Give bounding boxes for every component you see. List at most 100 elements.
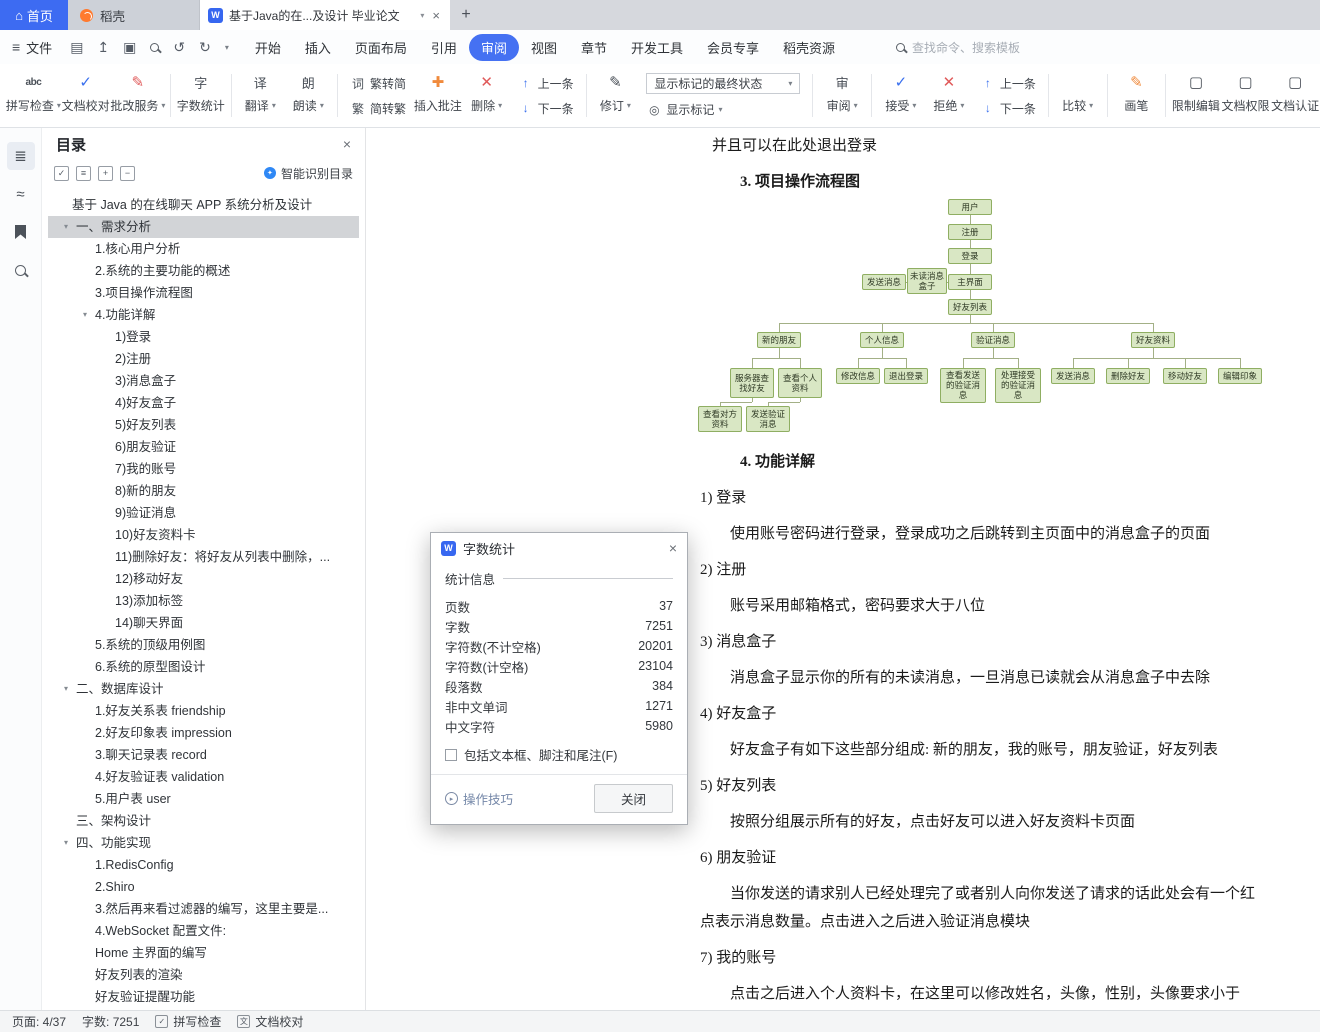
- menu-tab-稻壳资源[interactable]: 稻壳资源: [771, 34, 847, 61]
- toc-item[interactable]: 好友列表的渲染: [48, 964, 359, 986]
- translate-button[interactable]: 译 翻译 ▾: [236, 64, 284, 127]
- doc-permission-button[interactable]: ▢ 文档权限: [1221, 64, 1271, 127]
- spellcheck-button[interactable]: abc 拼写检查 ▾: [6, 64, 61, 127]
- word-count-button[interactable]: 字 字数统计: [176, 64, 226, 127]
- tips-link[interactable]: ▸ 操作技巧: [445, 789, 513, 808]
- toc-item[interactable]: 2.系统的主要功能的概述: [48, 260, 359, 282]
- undo-icon[interactable]: ↺: [173, 39, 185, 56]
- toc-item[interactable]: 1.核心用户分析: [48, 238, 359, 260]
- menu-tab-会员专享[interactable]: 会员专享: [695, 34, 771, 61]
- bookmark-icon[interactable]: [7, 218, 35, 246]
- toc-item[interactable]: ▾ 4.功能详解: [48, 304, 359, 326]
- toc-check-icon[interactable]: ✓: [54, 165, 69, 181]
- toc-item[interactable]: 10)好友资料卡: [48, 524, 359, 546]
- toc-item[interactable]: 12)移动好友: [48, 568, 359, 590]
- toc-item[interactable]: 3.然后再来看过滤器的编写，这里主要是...: [48, 898, 359, 920]
- print-icon[interactable]: ▣: [123, 39, 136, 56]
- toc-item[interactable]: 基于 Java 的在线聊天 APP 系统分析及设计: [48, 194, 359, 216]
- chevron-down-icon[interactable]: ▾: [56, 832, 76, 854]
- chevron-down-icon[interactable]: ▾: [75, 304, 95, 326]
- read-aloud-button[interactable]: 朗 朗读 ▾: [284, 64, 332, 127]
- review-button[interactable]: 审 审阅 ▾: [818, 64, 866, 127]
- show-markup-button[interactable]: ◎ 显示标记 ▾: [646, 101, 800, 118]
- menu-tab-开始[interactable]: 开始: [243, 34, 293, 61]
- toc-item[interactable]: 13)添加标签: [48, 590, 359, 612]
- next-change-button[interactable]: ↓ 下一条: [980, 100, 1036, 117]
- chevron-down-icon[interactable]: ▾: [56, 216, 76, 238]
- print-preview-icon[interactable]: [150, 42, 160, 52]
- command-search[interactable]: 查找命令、搜索模板: [895, 39, 1020, 56]
- revise-button[interactable]: ✎ 修订 ▾: [591, 64, 639, 127]
- brush-button[interactable]: ✎ 画笔: [1112, 64, 1160, 127]
- dialog-titlebar[interactable]: W 字数统计 ×: [431, 533, 687, 563]
- toc-item[interactable]: 4.WebSocket 配置文件:: [48, 920, 359, 942]
- doc-proof-button[interactable]: ✓ 文档校对: [61, 64, 111, 127]
- quickbar-more-icon[interactable]: ▾: [225, 43, 229, 52]
- wordcount-indicator[interactable]: 字数: 7251: [82, 1013, 139, 1030]
- outline-pane-icon[interactable]: ≣: [6, 142, 35, 170]
- prev-change-button[interactable]: ↑ 上一条: [980, 75, 1036, 92]
- toc-expand-all-icon[interactable]: +: [98, 165, 113, 181]
- toc-item[interactable]: ▾ 一、需求分析: [48, 216, 359, 238]
- toc-item[interactable]: 8)新的朋友: [48, 480, 359, 502]
- menu-tab-开发工具[interactable]: 开发工具: [619, 34, 695, 61]
- file-menu-button[interactable]: ≡ 文件: [12, 38, 52, 57]
- chevron-down-icon[interactable]: ▾: [56, 678, 76, 700]
- toc-item[interactable]: 1)登录: [48, 326, 359, 348]
- restrict-edit-button[interactable]: ▢ 限制编辑: [1171, 64, 1221, 127]
- toc-item[interactable]: 5)好友列表: [48, 414, 359, 436]
- include-textbox-checkbox[interactable]: 包括文本框、脚注和尾注(F): [445, 745, 673, 764]
- menu-tab-插入[interactable]: 插入: [293, 34, 343, 61]
- toc-item[interactable]: 11)删除好友：将好友从列表中删除，...: [48, 546, 359, 568]
- menu-tab-审阅[interactable]: 审阅: [468, 33, 519, 61]
- delete-comment-button[interactable]: ✕ 删除 ▾: [463, 64, 511, 127]
- search-pane-icon[interactable]: [7, 256, 35, 284]
- grade-service-button[interactable]: ✎ 批改服务 ▾: [110, 64, 165, 127]
- doc-proof-toggle[interactable]: 文 文档校对: [237, 1013, 303, 1030]
- dialog-close-icon[interactable]: ×: [669, 540, 677, 556]
- toc-item[interactable]: 6)朋友验证: [48, 436, 359, 458]
- redo-icon[interactable]: ↻: [199, 39, 211, 56]
- save-icon[interactable]: ▤: [70, 39, 83, 56]
- next-comment-button[interactable]: ↓ 下一条: [518, 100, 574, 117]
- toc-collapse-all-icon[interactable]: −: [120, 165, 135, 181]
- simp-to-trad-button[interactable]: 繁 简转繁: [350, 100, 406, 117]
- close-tab-icon[interactable]: ×: [430, 8, 442, 23]
- toc-item[interactable]: 14)聊天界面: [48, 612, 359, 634]
- toc-item[interactable]: 好友验证提醒功能: [48, 986, 359, 1008]
- toc-item[interactable]: 7)我的账号: [48, 458, 359, 480]
- review-pane-icon[interactable]: ≈: [7, 180, 35, 208]
- smart-toc-button[interactable]: ✦ 智能识别目录: [263, 165, 353, 182]
- toc-item[interactable]: ▾ 四、功能实现: [48, 832, 359, 854]
- accept-button[interactable]: ✓ 接受 ▾: [877, 64, 925, 127]
- toc-item[interactable]: 4.好友验证表 validation: [48, 766, 359, 788]
- toc-item[interactable]: 5.用户表 user: [48, 788, 359, 810]
- docer-tab[interactable]: 稻壳: [68, 0, 200, 30]
- toc-item[interactable]: 9)验证消息: [48, 502, 359, 524]
- close-button[interactable]: 关闭: [593, 784, 673, 813]
- spellcheck-toggle[interactable]: ✓ 拼写检查: [155, 1013, 221, 1030]
- menu-tab-页面布局[interactable]: 页面布局: [343, 34, 419, 61]
- toc-item[interactable]: Home 主界面的编写: [48, 942, 359, 964]
- toc-item[interactable]: 1.好友关系表 friendship: [48, 700, 359, 722]
- toc-item[interactable]: 3.聊天记录表 record: [48, 744, 359, 766]
- toc-item[interactable]: 3)消息盒子: [48, 370, 359, 392]
- toc-item[interactable]: ▾ 二、数据库设计: [48, 678, 359, 700]
- trad-to-simp-button[interactable]: 词 繁转简: [350, 75, 406, 92]
- toc-item[interactable]: 6.系统的原型图设计: [48, 656, 359, 678]
- markup-state-select[interactable]: 显示标记的最终状态 ▾: [646, 73, 801, 94]
- reject-button[interactable]: ✕ 拒绝 ▾: [925, 64, 973, 127]
- toc-item[interactable]: 2)注册: [48, 348, 359, 370]
- compare-button[interactable]: 比较 ▾: [1054, 64, 1102, 127]
- document-tab[interactable]: W 基于Java的在...及设计 毕业论文 ▾ ×: [200, 0, 450, 30]
- toc-item[interactable]: 1.RedisConfig: [48, 854, 359, 876]
- home-tab[interactable]: ⌂ 首页: [0, 0, 68, 30]
- chevron-down-icon[interactable]: ▾: [420, 11, 424, 20]
- export-icon[interactable]: ↥: [97, 39, 109, 56]
- insert-comment-button[interactable]: ✚ 插入批注: [413, 64, 463, 127]
- new-tab-button[interactable]: +: [450, 0, 482, 30]
- prev-comment-button[interactable]: ↑ 上一条: [518, 75, 574, 92]
- toc-item[interactable]: 5.系统的顶级用例图: [48, 634, 359, 656]
- menu-tab-引用[interactable]: 引用: [419, 34, 469, 61]
- doc-auth-button[interactable]: ▢ 文档认证: [1270, 64, 1320, 127]
